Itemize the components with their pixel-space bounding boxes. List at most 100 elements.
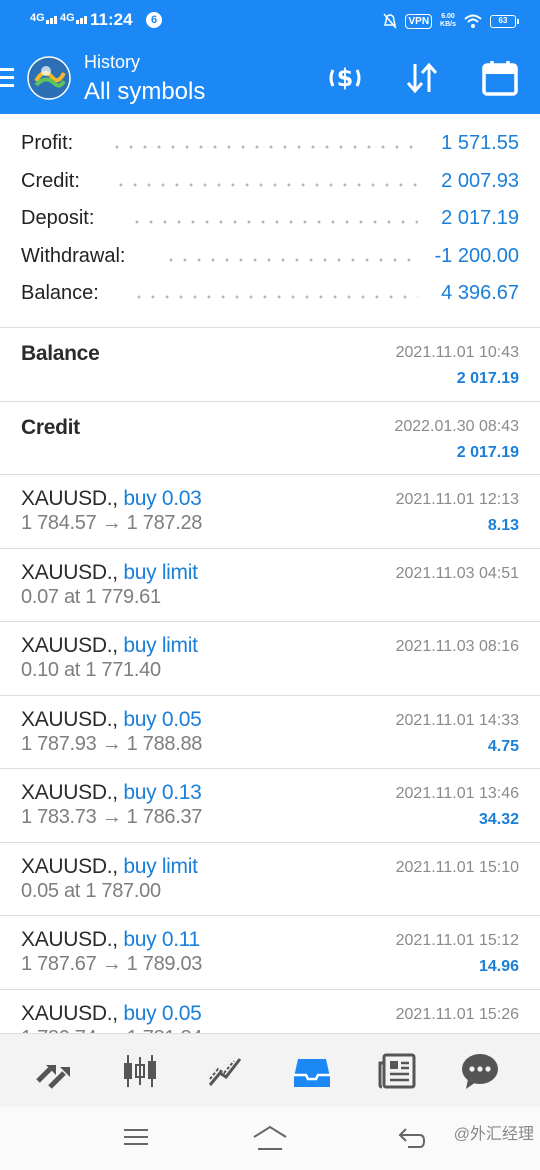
item-symbol: Balance (21, 342, 100, 366)
item-symbol: XAUUSD., buy limit (21, 855, 198, 879)
item-detail: 1 787.93 → 1 788.88 (21, 732, 203, 755)
item-symbol: XAUUSD., buy 0.05 (21, 1002, 202, 1026)
symbol-name: XAUUSD., (21, 707, 124, 731)
summary-section: Profit: 1 571.55 Credit: 2 007.93 Deposit: 2 … (0, 126, 540, 314)
history-item[interactable]: XAUUSD., buy limit 0.10 at 1 771.40 2021.1… (0, 621, 540, 695)
symbol-name: XAUUSD., (21, 1001, 124, 1025)
summary-value: 4 396.67 (441, 282, 519, 304)
summary-label: Profit: (21, 132, 74, 154)
item-detail: 1 783.73 → 1 786.37 (21, 806, 203, 828)
bottom-nav (0, 1033, 540, 1107)
summary-row: Profit: 1 571.55 (0, 126, 540, 164)
symbol-name: XAUUSD., (21, 634, 124, 657)
symbol-name: XAUUSD., (21, 781, 124, 804)
deal-action: buy limit (123, 854, 198, 878)
status-time: 11:24 (90, 10, 133, 29)
item-symbol: Credit (21, 416, 80, 440)
item-time: 2021.11.01 13:46 (395, 785, 519, 802)
trade-icon[interactable] (206, 1051, 246, 1091)
symbol-name: XAUUSD., (21, 560, 124, 584)
deal-action: buy 0.11 (123, 928, 200, 951)
signal-1: 4G (30, 12, 58, 24)
summary-label: Balance: (21, 282, 99, 304)
svg-text:$: $ (337, 64, 354, 92)
deal-action: buy 0.05 (123, 707, 202, 731)
item-symbol: XAUUSD., buy limit (21, 634, 198, 658)
chat-icon[interactable] (460, 1051, 500, 1091)
item-value: 2 017.19 (456, 370, 519, 387)
deal-action: buy 0.13 (123, 781, 202, 804)
dotted-leader (114, 182, 418, 187)
deal-action: buy 0.03 (123, 487, 202, 510)
news-icon[interactable] (378, 1051, 418, 1091)
summary-row: Credit: 2 007.93 (0, 164, 540, 202)
history-icon[interactable] (292, 1051, 332, 1091)
history-item[interactable]: XAUUSD., buy 0.13 1 783.73 → 1 786.37 2021… (0, 768, 540, 842)
history-item[interactable]: XAUUSD., buy 0.05 1 787.93 → 1 788.88 2021… (0, 694, 540, 769)
history-item[interactable]: XAUUSD., buy limit 0.07 at 1 779.61 2021.1… (0, 547, 540, 622)
sort-icon[interactable] (402, 58, 442, 98)
item-time: 2021.11.03 04:51 (395, 564, 519, 582)
item-symbol: XAUUSD., buy 0.03 (21, 487, 202, 511)
item-time: 2021.11.01 15:10 (395, 858, 519, 876)
item-value: 8.13 (487, 517, 519, 534)
symbol-name: XAUUSD., (21, 854, 124, 878)
item-time: 2021.11.01 15:26 (395, 1005, 519, 1023)
menu-icon[interactable] (0, 68, 16, 90)
calendar-icon[interactable] (480, 58, 520, 98)
chart-icon[interactable] (120, 1051, 160, 1091)
summary-value: 1 571.55 (441, 132, 519, 154)
item-time: 2021.11.01 15:12 (395, 932, 519, 949)
item-symbol: XAUUSD., buy 0.13 (21, 781, 202, 805)
summary-value: 2 007.93 (441, 169, 519, 192)
dotted-leader (130, 220, 418, 224)
symbol-name: XAUUSD., (21, 928, 124, 951)
item-time: 2021.11.03 08:16 (395, 638, 519, 655)
summary-value: -1 200.00 (434, 244, 519, 267)
history-list: Balance 2021.11.01 10:43 2 017.19 Credit 202… (0, 327, 540, 1033)
symbol-filter-icon[interactable]: $ (325, 58, 365, 98)
history-item[interactable]: Credit 2022.01.30 08:43 2 017.19 (0, 400, 540, 475)
watermark: @外汇经理 (453, 1126, 534, 1143)
history-item[interactable]: XAUUSD., buy 0.051 780.74 → 1 781.842021… (0, 988, 540, 1033)
battery-indicator: 63 (490, 14, 519, 28)
quotes-icon[interactable] (34, 1051, 74, 1091)
item-time: 2021.11.01 10:43 (395, 344, 519, 361)
header-subtitle[interactable]: All symbols (84, 78, 205, 106)
summary-value: 2 017.19 (441, 207, 519, 229)
status-bar: 4G 4G 11:24 6 VPN 6.00 KB/s 63 (0, 0, 540, 42)
symbol-name: Balance (21, 342, 100, 365)
deal-action: buy limit (123, 560, 198, 584)
summary-row: Balance: 4 396.67 (0, 276, 540, 314)
history-item[interactable]: XAUUSD., buy 0.03 1 784.57 → 1 787.28 2021… (0, 474, 540, 548)
summary-label: Credit: (21, 169, 80, 192)
dotted-leader (110, 145, 418, 149)
item-detail: 0.10 at 1 771.40 (21, 659, 161, 681)
home-icon[interactable] (252, 1125, 288, 1151)
summary-label: Withdrawal: (21, 244, 126, 267)
item-symbol: XAUUSD., buy 0.05 (21, 708, 202, 732)
signal-2: 4G (60, 12, 88, 24)
history-item[interactable]: XAUUSD., buy limit 0.05 at 1 787.00 2021.1… (0, 841, 540, 916)
deal-action: buy limit (123, 634, 198, 657)
app-header: 4G 4G 11:24 6 VPN 6.00 KB/s 63 History Al… (0, 0, 540, 114)
wifi-icon (464, 14, 482, 28)
item-time: 2022.01.30 08:43 (394, 417, 519, 435)
symbol-name: Credit (21, 415, 80, 439)
item-symbol: XAUUSD., buy 0.11 (21, 928, 200, 952)
back-icon[interactable] (398, 1125, 426, 1149)
item-detail: 0.07 at 1 779.61 (21, 585, 161, 608)
item-value: 14.96 (478, 958, 519, 975)
history-item[interactable]: Balance 2021.11.01 10:43 2 017.19 (0, 327, 540, 401)
item-value: 4.75 (487, 737, 519, 755)
recent-apps-icon[interactable] (122, 1125, 150, 1149)
item-symbol: XAUUSD., buy limit (21, 561, 198, 585)
header-title: History (84, 52, 141, 72)
item-value: 2 017.19 (456, 443, 519, 461)
history-item[interactable]: XAUUSD., buy 0.11 1 787.67 → 1 789.03 2021… (0, 915, 540, 989)
item-detail: 1 784.57 → 1 787.28 (21, 512, 203, 534)
summary-row: Withdrawal: -1 200.00 (0, 239, 540, 277)
item-detail: 1 787.67 → 1 789.03 (21, 953, 203, 975)
deal-action: buy 0.05 (123, 1001, 202, 1025)
dotted-leader (132, 295, 418, 299)
